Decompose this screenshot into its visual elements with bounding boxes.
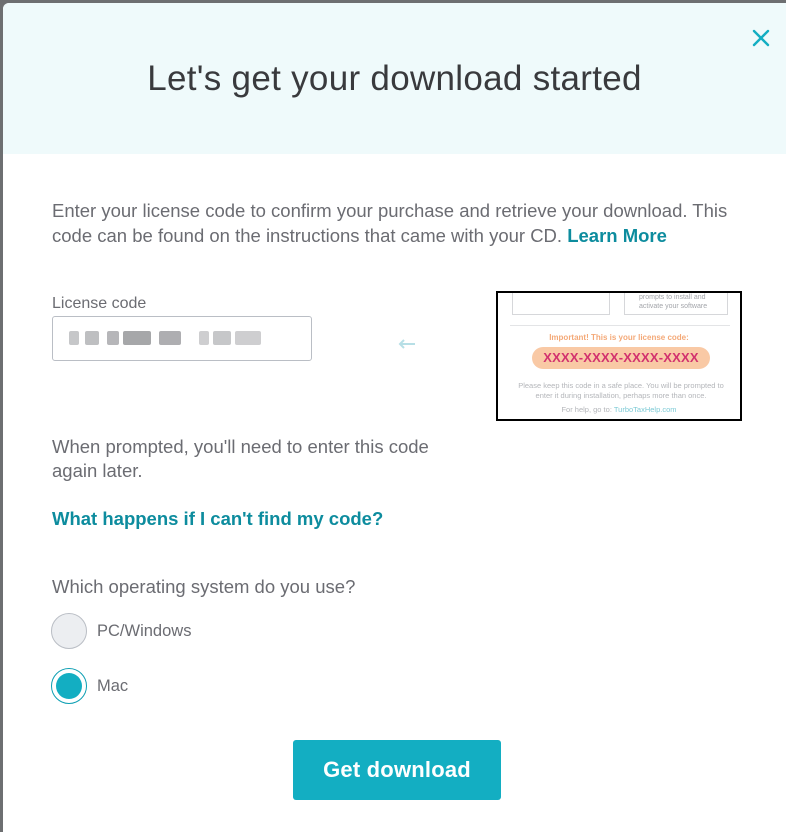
os-option-label: Mac <box>97 676 129 695</box>
example-help-prefix: For help, go to: <box>561 405 612 414</box>
license-code-example-image: prompts to install and activate your sof… <box>496 291 742 421</box>
os-option-mac[interactable]: Mac <box>51 668 128 704</box>
example-keep-text: Please keep this code in a safe place. Y… <box>518 381 724 400</box>
modal-title: Let's get your download started <box>147 59 642 98</box>
intro-text: Enter your license code to confirm your … <box>52 198 742 248</box>
obscured-license-value <box>63 331 283 347</box>
close-icon <box>752 29 770 47</box>
prompted-text: When prompted, you'll need to enter this… <box>52 436 429 481</box>
example-top-box-right: prompts to install and activate your sof… <box>624 293 728 315</box>
arrow-left-icon <box>398 337 416 351</box>
close-button[interactable] <box>750 27 772 49</box>
license-code-label: License code <box>52 295 147 312</box>
modal-header: Let's get your download started <box>3 3 786 154</box>
get-download-button[interactable]: Get download <box>293 740 501 800</box>
example-important-text: Important! This is your license code: <box>549 333 689 342</box>
radio-pc-windows[interactable] <box>51 613 87 649</box>
example-license-code: XXXX-XXXX-XXXX-XXXX <box>532 347 710 369</box>
example-divider <box>510 325 730 326</box>
cant-find-code-link[interactable]: What happens if I can't find my code? <box>52 508 383 530</box>
os-question: Which operating system do you use? <box>52 576 356 597</box>
os-option-pc-windows[interactable]: PC/Windows <box>51 613 191 649</box>
example-help-link: TurboTaxHelp.com <box>613 405 677 414</box>
download-modal: Let's get your download started Enter yo… <box>3 3 786 832</box>
example-help-line: For help, go to: TurboTaxHelp.com <box>498 405 740 414</box>
os-option-label: PC/Windows <box>97 621 192 640</box>
learn-more-link[interactable]: Learn More <box>567 225 667 246</box>
radio-mac[interactable] <box>51 668 87 704</box>
example-top-box-left <box>512 293 610 315</box>
